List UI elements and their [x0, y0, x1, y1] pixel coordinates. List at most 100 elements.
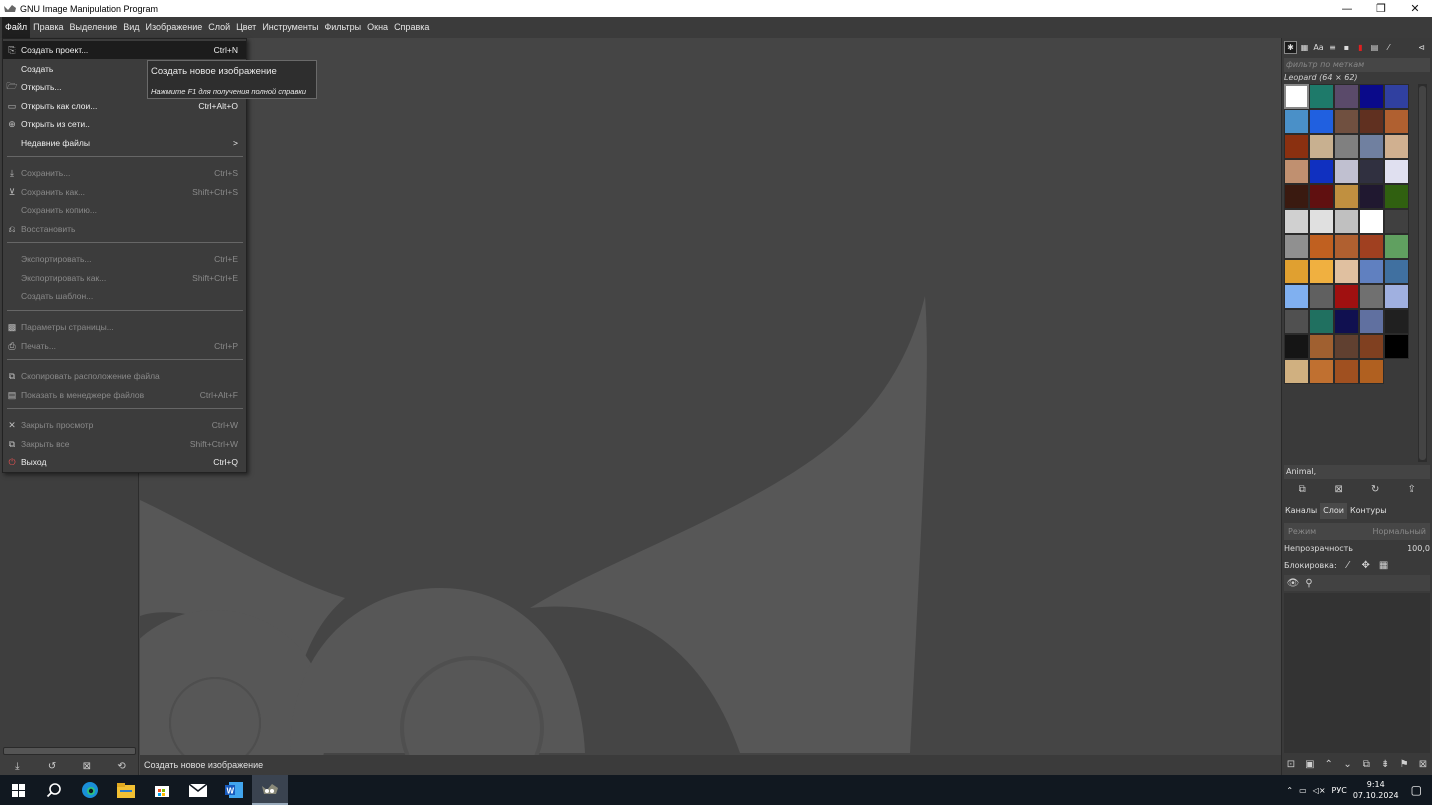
lower-layer-icon[interactable]: ⌄ — [1341, 757, 1355, 771]
menu-item-quit[interactable]: ⏻ Выход Ctrl+Q — [3, 453, 246, 471]
menu-item-page-setup[interactable]: ▩ Параметры страницы... — [3, 318, 246, 336]
pattern-swatch[interactable] — [1309, 234, 1334, 259]
toolbox-scrollbar[interactable] — [3, 747, 136, 755]
pattern-swatch[interactable] — [1334, 359, 1359, 384]
pattern-swatch[interactable] — [1284, 259, 1309, 284]
pattern-swatch[interactable] — [1309, 284, 1334, 309]
pattern-swatch[interactable] — [1284, 334, 1309, 359]
delete-tool-preset-icon[interactable]: ⊠ — [80, 759, 94, 773]
pattern-swatch[interactable] — [1309, 84, 1334, 109]
pattern-swatch[interactable] — [1334, 284, 1359, 309]
pattern-swatch[interactable] — [1359, 334, 1384, 359]
menu-item-create-template[interactable]: Создать шаблон... — [3, 287, 246, 305]
tab-layers[interactable]: Слои — [1320, 503, 1347, 519]
pattern-swatch[interactable] — [1359, 234, 1384, 259]
pattern-swatch[interactable] — [1384, 334, 1409, 359]
patterns-tab-icon[interactable]: ▦ — [1298, 41, 1311, 54]
menu-item-open-location[interactable]: ⊕ Открыть из сети.. — [3, 115, 246, 133]
fonts-tab-icon[interactable]: Aa — [1312, 41, 1325, 54]
merge-layer-icon[interactable]: ⇟ — [1378, 757, 1392, 771]
search-icon[interactable] — [36, 775, 72, 805]
pattern-swatch[interactable] — [1334, 184, 1359, 209]
pattern-swatch[interactable] — [1284, 159, 1309, 184]
pattern-swatch[interactable] — [1309, 334, 1334, 359]
menu-layer[interactable]: Слой — [205, 17, 233, 38]
paint-dynamics-tab-icon[interactable]: ⁄ — [1382, 41, 1395, 54]
menu-item-close-all[interactable]: ⧉ Закрыть все Shift+Ctrl+W — [3, 435, 246, 453]
pattern-swatch[interactable] — [1309, 259, 1334, 284]
raise-layer-icon[interactable]: ⌃ — [1322, 757, 1336, 771]
pattern-swatch[interactable] — [1309, 309, 1334, 334]
refresh-icon[interactable]: ↻ — [1368, 482, 1382, 496]
menu-item-print[interactable]: ⎙ Печать... Ctrl+P — [3, 337, 246, 355]
menu-colors[interactable]: Цвет — [233, 17, 259, 38]
pattern-swatch[interactable] — [1359, 84, 1384, 109]
pattern-swatch[interactable] — [1359, 184, 1384, 209]
pattern-swatch[interactable] — [1384, 184, 1409, 209]
layer-mode-select[interactable]: Режим Нормальный — [1284, 523, 1430, 540]
menu-item-new-project[interactable]: ⎘ Создать проект... Ctrl+N — [3, 41, 246, 59]
pattern-swatch[interactable] — [1384, 309, 1409, 334]
pattern-swatch[interactable] — [1284, 284, 1309, 309]
clock[interactable]: 9:14 07.10.2024 — [1353, 779, 1399, 801]
menu-item-recent[interactable]: Недавние файлы > — [3, 134, 246, 152]
color-tab-icon[interactable]: ▮ — [1354, 41, 1367, 54]
pattern-swatch[interactable] — [1334, 234, 1359, 259]
pattern-swatch[interactable] — [1359, 259, 1384, 284]
tray-chevron-icon[interactable]: ⌃ — [1286, 786, 1293, 795]
pattern-swatch[interactable] — [1334, 259, 1359, 284]
new-layer-icon[interactable]: ⊡ — [1284, 757, 1298, 771]
pattern-swatch[interactable] — [1359, 134, 1384, 159]
minimize-button[interactable]: — — [1330, 0, 1364, 17]
menu-file[interactable]: Файл — [2, 17, 31, 38]
lock-position-icon[interactable]: ✥ — [1359, 559, 1373, 573]
open-as-image-icon[interactable]: ⇪ — [1405, 482, 1419, 496]
mail-icon[interactable] — [180, 775, 216, 805]
lock-pixels-icon[interactable]: ⁄ — [1341, 559, 1355, 573]
menu-item-save-as[interactable]: ⊻ Сохранить как... Shift+Ctrl+S — [3, 183, 246, 201]
duplicate-layer-icon[interactable]: ⧉ — [1359, 757, 1373, 771]
pattern-swatch[interactable] — [1359, 209, 1384, 234]
menu-item-copy-location[interactable]: ⧉ Скопировать расположение файла — [3, 367, 246, 385]
menu-help[interactable]: Справка — [391, 17, 432, 38]
pattern-scrollbar[interactable] — [1418, 84, 1427, 462]
windows-start-icon[interactable] — [0, 775, 36, 805]
pattern-swatch[interactable] — [1334, 159, 1359, 184]
menu-view[interactable]: Вид — [120, 17, 142, 38]
pattern-swatch[interactable] — [1309, 359, 1334, 384]
restore-button[interactable]: ❐ — [1364, 0, 1398, 17]
duplicate-icon[interactable]: ⧉ — [1295, 482, 1309, 496]
pattern-swatch[interactable] — [1384, 84, 1409, 109]
tab-paths[interactable]: Контуры — [1347, 503, 1390, 519]
menu-item-revert[interactable]: ⎌ Восстановить — [3, 220, 246, 238]
reset-tool-icon[interactable]: ⟲ — [115, 759, 129, 773]
tag-filter-input[interactable]: фильтр по меткам — [1284, 58, 1430, 72]
pattern-swatch[interactable] — [1284, 109, 1309, 134]
new-group-icon[interactable]: ▣ — [1303, 757, 1317, 771]
pattern-swatch[interactable] — [1359, 159, 1384, 184]
pattern-swatch[interactable] — [1284, 234, 1309, 259]
menu-windows[interactable]: Окна — [364, 17, 391, 38]
language-indicator[interactable]: РУС — [1332, 786, 1347, 795]
pattern-swatch[interactable] — [1359, 359, 1384, 384]
gradients-tab-icon[interactable]: ≡ — [1326, 41, 1339, 54]
pattern-swatch[interactable] — [1309, 134, 1334, 159]
menu-item-export[interactable]: Экспортировать... Ctrl+E — [3, 250, 246, 268]
pattern-swatch[interactable] — [1384, 209, 1409, 234]
notifications-icon[interactable]: ▢ — [1411, 783, 1422, 797]
menu-filters[interactable]: Фильтры — [321, 17, 364, 38]
edge-browser-icon[interactable] — [72, 775, 108, 805]
brushes-tab-icon[interactable]: ✱ — [1284, 40, 1297, 54]
menu-item-show-in-file-manager[interactable]: ▤ Показать в менеджере файлов Ctrl+Alt+F — [3, 386, 246, 404]
tab-channels[interactable]: Каналы — [1282, 503, 1320, 519]
save-tool-preset-icon[interactable]: ⤓ — [10, 759, 24, 773]
menu-item-close-view[interactable]: ✕ Закрыть просмотр Ctrl+W — [3, 416, 246, 434]
opacity-slider[interactable]: Непрозрачность 100,0 — [1284, 544, 1430, 556]
pattern-swatch[interactable] — [1284, 309, 1309, 334]
pattern-swatch[interactable] — [1384, 284, 1409, 309]
pattern-swatch[interactable] — [1359, 309, 1384, 334]
pattern-swatch[interactable] — [1309, 209, 1334, 234]
layer-list[interactable] — [1284, 593, 1430, 753]
pattern-swatch[interactable] — [1359, 109, 1384, 134]
pattern-swatch[interactable] — [1284, 134, 1309, 159]
